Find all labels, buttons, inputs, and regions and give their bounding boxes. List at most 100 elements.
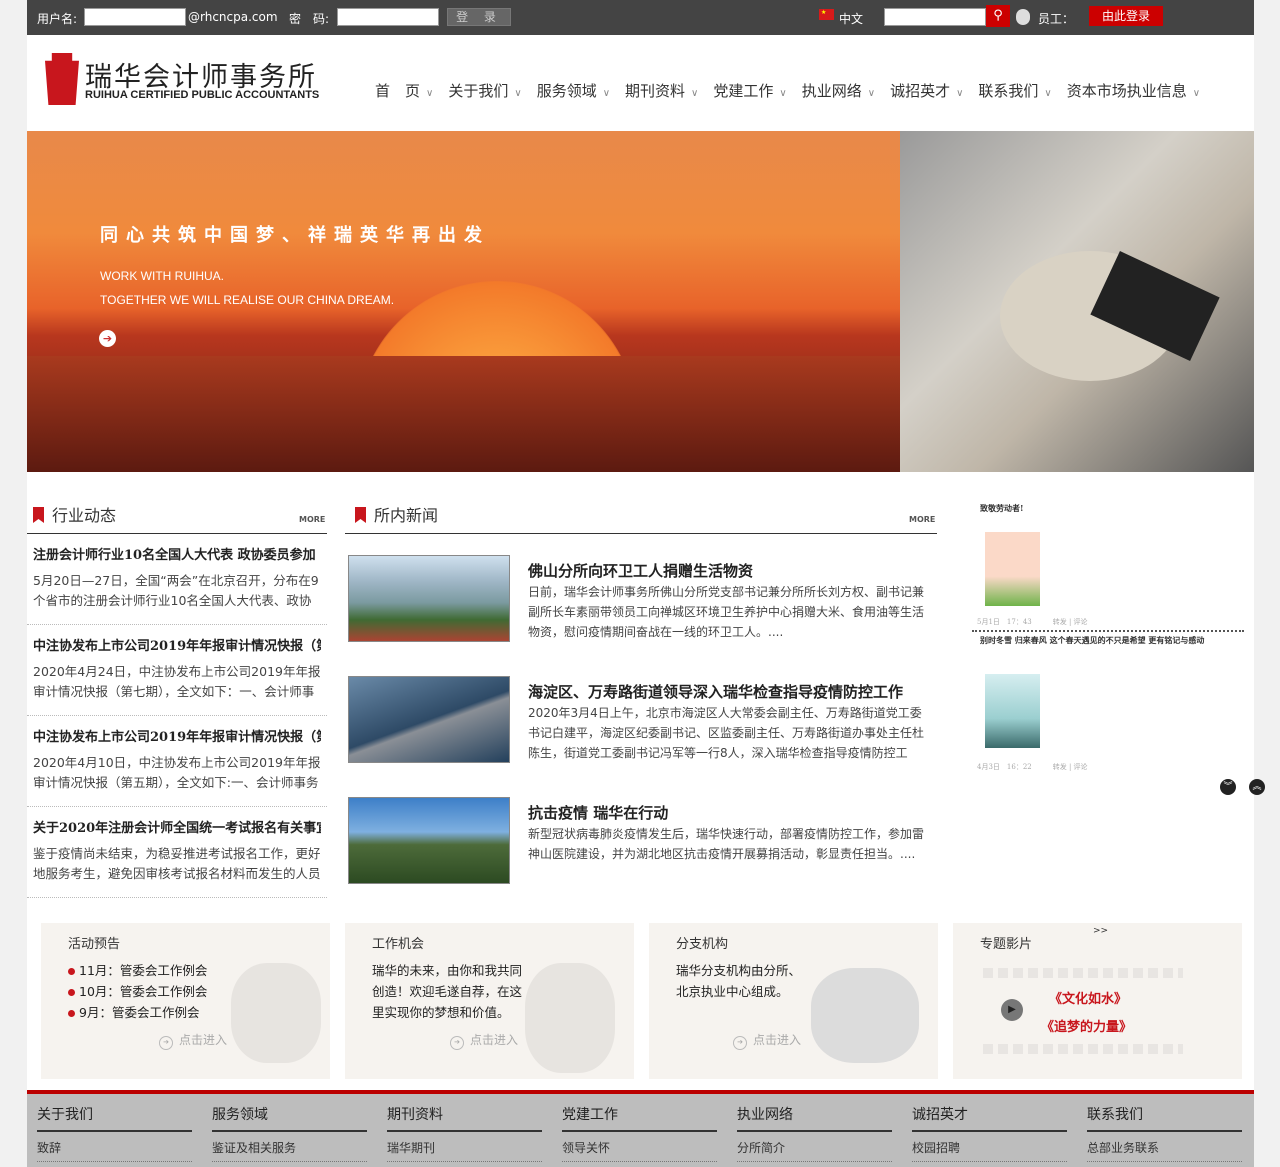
password-input[interactable]: [337, 8, 439, 26]
footer-link[interactable]: 分所简介: [737, 1132, 892, 1162]
more-link[interactable]: >>: [1093, 926, 1108, 936]
meeting-photo: [900, 131, 1254, 472]
news-thumbnail[interactable]: [348, 676, 510, 763]
china-map-icon: [811, 968, 919, 1063]
footer-link[interactable]: 总部业务联系: [1087, 1132, 1242, 1162]
nav-item[interactable]: 期刊资料 ∨: [625, 80, 698, 101]
news-thumbnail[interactable]: [348, 797, 510, 884]
staff-label: 员工：: [1038, 12, 1075, 26]
chevron-down-icon: ∨: [779, 88, 787, 99]
footer-heading[interactable]: 党建工作: [562, 1104, 717, 1132]
film-link[interactable]: 《追梦的力量》: [1041, 1016, 1132, 1035]
more-link[interactable]: MORE: [909, 515, 935, 524]
news-title[interactable]: 海淀区、万寿路街道领导深入瑞华检查指导疫情防控工作: [528, 681, 903, 702]
nav-item[interactable]: 党建工作 ∨: [713, 80, 786, 101]
nav-item[interactable]: 资本市场执业信息 ∨: [1067, 80, 1200, 101]
nav-item[interactable]: 服务领域 ∨: [537, 80, 610, 101]
footer-link[interactable]: 致辞: [37, 1132, 192, 1162]
nav-label: 诚招英才: [890, 82, 951, 100]
filmstrip: [983, 968, 1183, 978]
news-item[interactable]: 佛山分所向环卫工人捐赠生活物资 日前，瑞华会计师事务所佛山分所党支部书记兼分所所长…: [345, 552, 937, 673]
item-title[interactable]: 关于2020年注册会计师全国统一考试报名有关事宜: [33, 817, 321, 836]
branches-card[interactable]: 分支机构 瑞华分支机构由分所、北京执业中心组成。 点击进入: [649, 923, 938, 1079]
login-button[interactable]: 登 录: [447, 8, 511, 26]
search-input[interactable]: [884, 8, 986, 26]
logo-icon: [45, 53, 79, 105]
news-title[interactable]: 佛山分所向环卫工人捐赠生活物资: [528, 560, 753, 581]
item-desc: 2020年4月10日，中注协发布上市公司2019年年报审计情况快报（第五期），全…: [33, 755, 321, 790]
nav-item[interactable]: 联系我们 ∨: [978, 80, 1051, 101]
post-title[interactable]: 致敬劳动者!: [980, 503, 1024, 514]
staff-login-button[interactable]: 由此登录: [1089, 6, 1163, 26]
news-item[interactable]: 海淀区、万寿路街道领导深入瑞华检查指导疫情防控工作 2020年3月4日上午，北京市…: [345, 673, 937, 794]
item-desc: 2020年4月24日，中注协发布上市公司2019年年报审计情况快报（第七期），全…: [33, 664, 321, 699]
item-desc: 5月20日—27日，全国“两会”在北京召开，分布在9个省市的注册会计师行业10名…: [33, 573, 319, 608]
post-title[interactable]: 别时冬雪 归来春风 这个春天遇见的不只是希望 更有铭记与感动: [980, 635, 1204, 646]
nav-item[interactable]: 首 页 ∨: [375, 80, 433, 101]
chevron-down-icon: ∨: [1192, 88, 1201, 99]
feature-cards: 活动预告 11月：管委会工作例会10月：管委会工作例会9月：管委会工作例会 点击…: [27, 912, 1254, 1090]
post-image[interactable]: [985, 532, 1040, 606]
nav-item[interactable]: 执业网络 ∨: [802, 80, 875, 101]
post-image[interactable]: [985, 674, 1040, 748]
enter-link[interactable]: 点击进入: [450, 1031, 518, 1050]
scroll-up-icon[interactable]: ︽: [1249, 779, 1265, 795]
card-text: 瑞华的未来，由你和我共同创造！欢迎毛遂自荐，在这里实现你的梦想和价值。: [372, 963, 523, 1020]
list-item[interactable]: 注册会计师行业10名全国人大代表 政协委员参加 5月20日—27日，全国“两会”在…: [27, 534, 327, 625]
footer-column: 执业网络 分所简介: [737, 1104, 892, 1162]
filmstrip: [983, 1044, 1183, 1054]
enter-link[interactable]: 点击进入: [733, 1031, 801, 1050]
event-item[interactable]: 9月：管委会工作例会: [68, 1002, 207, 1023]
event-item[interactable]: 11月：管委会工作例会: [68, 960, 207, 981]
news-thumbnail[interactable]: [348, 555, 510, 642]
news-title[interactable]: 抗击疫情 瑞华在行动: [528, 802, 668, 823]
footer-link[interactable]: 瑞华期刊: [387, 1132, 542, 1162]
hero-banner: 同心共筑中国梦、祥瑞英华再出发 WORK WITH RUIHUA. TOGETH…: [27, 131, 1254, 472]
footer-column: 党建工作 领导关怀: [562, 1104, 717, 1162]
list-item[interactable]: 中注协发布上市公司2019年年报审计情况快报（第 2020年4月10日，中注协发布…: [27, 716, 327, 807]
footer-heading[interactable]: 执业网络: [737, 1104, 892, 1132]
nav-item[interactable]: 诚招英才 ∨: [890, 80, 963, 101]
footer-column: 关于我们 致辞: [37, 1104, 192, 1162]
news-item[interactable]: 抗击疫情 瑞华在行动 新型冠状病毒肺炎疫情发生后，瑞华快速行动，部署疫情防控工作，…: [345, 794, 937, 915]
enter-link[interactable]: 点击进入: [159, 1031, 227, 1050]
films-card[interactable]: 专题影片 >> ▶ 《文化如水》 《追梦的力量》: [953, 923, 1242, 1079]
item-title[interactable]: 中注协发布上市公司2019年年报审计情况快报（第: [33, 726, 321, 745]
footer-column: 诚招英才 校园招聘: [912, 1104, 1067, 1162]
footer-link[interactable]: 鉴证及相关服务: [212, 1132, 367, 1162]
list-item[interactable]: 中注协发布上市公司2019年年报审计情况快报（第 2020年4月24日，中注协发布…: [27, 625, 327, 716]
scroll-down-icon[interactable]: ︾: [1220, 779, 1236, 795]
footer-link[interactable]: 校园招聘: [912, 1132, 1067, 1162]
chevron-down-icon: ∨: [956, 88, 964, 99]
footer-heading[interactable]: 诚招英才: [912, 1104, 1067, 1132]
jobs-card[interactable]: 工作机会 瑞华的未来，由你和我共同创造！欢迎毛遂自荐，在这里实现你的梦想和价值。…: [345, 923, 634, 1079]
item-title[interactable]: 中注协发布上市公司2019年年报审计情况快报（第: [33, 635, 321, 654]
footer-heading[interactable]: 服务领域: [212, 1104, 367, 1132]
card-text: 瑞华分支机构由分所、北京执业中心组成。: [676, 963, 802, 999]
play-icon[interactable]: ▶: [1001, 999, 1023, 1021]
list-item[interactable]: 关于2020年注册会计师全国统一考试报名有关事宜 鉴于疫情尚未结束，为稳妥推进考试…: [27, 807, 327, 898]
main-nav: 首 页 ∨ 关于我们 ∨ 服务领域 ∨ 期刊资料 ∨ 党建工作 ∨ 执业网络 ∨ 诚招英才 ∨…: [375, 80, 1215, 101]
events-card[interactable]: 活动预告 11月：管委会工作例会10月：管委会工作例会9月：管委会工作例会 点击…: [41, 923, 330, 1079]
film-link[interactable]: 《文化如水》: [1049, 988, 1127, 1007]
search-button[interactable]: ⚲: [986, 5, 1010, 27]
meeting-illustration: [231, 963, 321, 1063]
item-title[interactable]: 注册会计师行业10名全国人大代表 政协委员参加: [33, 544, 321, 563]
arrow-right-icon[interactable]: ➔: [99, 330, 116, 347]
footer-link[interactable]: 领导关怀: [562, 1132, 717, 1162]
footer-heading[interactable]: 联系我们: [1087, 1104, 1242, 1132]
footer-heading[interactable]: 关于我们: [37, 1104, 192, 1132]
language-link[interactable]: 中文: [839, 10, 863, 27]
email-domain: @rhcncpa.com: [188, 10, 278, 24]
nav-label: 关于我们: [448, 82, 509, 100]
banner-title: 同心共筑中国梦、祥瑞英华再出发: [100, 225, 490, 246]
footer-heading[interactable]: 期刊资料: [387, 1104, 542, 1132]
footer-column: 期刊资料 瑞华期刊: [387, 1104, 542, 1162]
bookmark-icon: [33, 507, 44, 523]
event-item[interactable]: 10月：管委会工作例会: [68, 981, 207, 1002]
post-meta: 5月1日 17：43 转发 | 评论: [977, 618, 1088, 626]
chevron-down-icon: ∨: [867, 88, 876, 99]
username-input[interactable]: [84, 8, 186, 26]
more-link[interactable]: MORE: [299, 515, 325, 524]
nav-item[interactable]: 关于我们 ∨: [448, 80, 521, 101]
